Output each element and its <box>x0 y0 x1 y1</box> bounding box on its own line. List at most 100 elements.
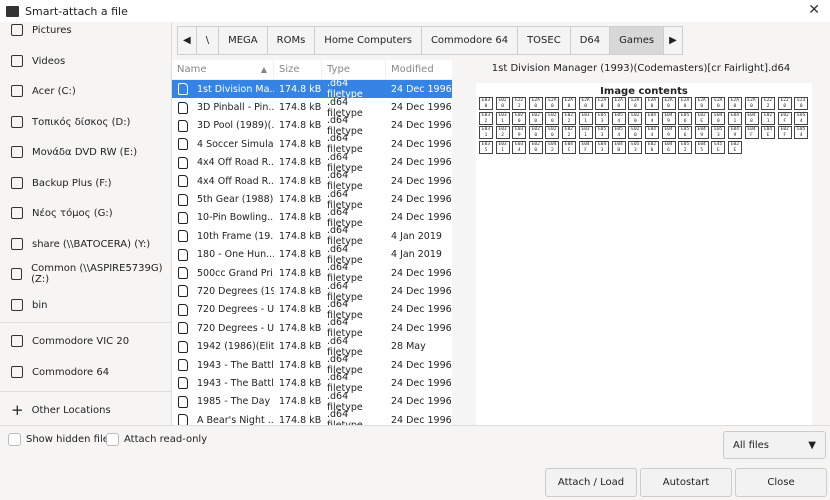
sidebar-bookmark[interactable]: Commodore 64 <box>0 361 171 383</box>
path-scroll-left-button[interactable]: ◀ <box>177 26 197 55</box>
missing-glyph-box: E030 <box>479 97 493 110</box>
sidebar-item[interactable]: Νέος τόμος (G:) <box>0 202 171 224</box>
file-icon <box>178 267 188 280</box>
sidebar-item[interactable]: Μονάδα DVD RW (E:) <box>0 141 171 163</box>
missing-glyph-box: E054 <box>611 111 626 125</box>
sidebar-item[interactable]: Backup Plus (F:) <box>0 172 171 194</box>
sidebar-item[interactable]: Τοπικός δίσκος (D:) <box>0 111 171 133</box>
column-type[interactable]: Type <box>322 60 386 79</box>
missing-glyph-box: E020 <box>528 126 543 139</box>
drive-icon <box>11 116 23 128</box>
show-hidden-files-checkbox[interactable]: Show hidden files <box>8 433 114 446</box>
missing-glyph-box: E040 <box>711 111 726 125</box>
file-row[interactable]: 1943 - The Battl...174.8 kB.d64 filetype… <box>172 372 452 394</box>
file-row[interactable]: 3D Pool (1989)(... 174.8 kB .d64 filetype 2… <box>172 115 452 137</box>
file-row[interactable]: 3D Pinball - Pin... 174.8 kB .d64 filetype… <box>172 97 452 119</box>
file-size: 174.8 kB <box>279 377 322 389</box>
file-size: 174.8 kB <box>279 194 322 206</box>
file-name: 10-Pin Bowling... <box>172 211 274 224</box>
file-type: .d64 filetype <box>327 409 363 425</box>
column-name[interactable]: Name ▲ <box>172 60 274 79</box>
folder-icon <box>11 299 23 311</box>
file-icon <box>178 248 188 261</box>
autostart-button[interactable]: Autostart <box>640 468 732 497</box>
file-row[interactable]: 4x4 Off Road R... 174.8 kB .d64 filetype 24… <box>172 152 452 174</box>
path-segment[interactable]: D64 <box>569 26 611 55</box>
folder-icon <box>11 366 23 378</box>
missing-glyph-box: E048 <box>744 111 759 125</box>
sidebar-other-locations[interactable]: + Other Locations <box>0 399 171 421</box>
file-name: 10th Frame (19... <box>172 230 274 243</box>
network-drive-icon <box>11 268 23 280</box>
attach-load-button[interactable]: Attach / Load <box>545 468 637 497</box>
file-row[interactable]: 500cc Grand Pri... 174.8 kB .d64 filetype 2… <box>172 262 452 284</box>
sidebar-item[interactable]: share (\\BATOCERA) (Y:) <box>0 233 171 255</box>
file-row[interactable]: 180 - One Hun... 174.8 kB .d64 filetype 4 J… <box>172 244 452 266</box>
path-segment[interactable]: ROMs <box>266 26 316 55</box>
sidebar-item[interactable]: bin <box>0 294 171 316</box>
path-segment[interactable]: Games <box>609 26 665 55</box>
path-segment[interactable]: Home Computers <box>314 26 422 55</box>
file-row[interactable]: 4x4 Off Road R... 174.8 kB .d64 filetype 24… <box>172 170 452 192</box>
checkbox-box[interactable] <box>106 433 119 446</box>
image-contents-glyphs: E030 E020 E222 E2A0 E2A0 E2A0 E2A0 E2A0 E2A0 E2A0… <box>476 97 812 155</box>
missing-glyph-box: E022 <box>561 111 576 125</box>
image-contents-panel: Image contents E030 E020 E222 E2A0 E2A0 E2A0 E… <box>476 83 812 425</box>
file-modified: 24 Dec 1996 <box>391 120 452 132</box>
file-modified: 24 Dec 1996 <box>391 267 452 279</box>
path-segment[interactable]: MEGA <box>218 26 268 55</box>
file-name: 720 Degrees - U... <box>172 322 274 335</box>
window-title: Smart-attach a file <box>25 4 128 18</box>
close-button[interactable]: Close <box>735 468 827 497</box>
file-row[interactable]: 1942 (1986)(Elit...174.8 kB.d64 filetype… <box>172 336 452 358</box>
path-scroll-right-button[interactable]: ▶ <box>663 26 683 55</box>
path-segment[interactable]: Commodore 64 <box>420 26 519 55</box>
file-filter-dropdown[interactable]: All files ▼ <box>723 431 826 459</box>
path-segment[interactable]: \ <box>195 26 220 55</box>
file-row[interactable]: A Bear's Night ... 174.8 kB .d64 filetype 2… <box>172 409 452 425</box>
missing-glyph-box: E222 <box>761 97 776 110</box>
file-row[interactable]: 5th Gear (1988)... 174.8 kB .d64 filetype 2… <box>172 189 452 211</box>
file-row[interactable]: 1985 - The Day ... 174.8 kB .d64 filetype 2… <box>172 391 452 413</box>
file-size: 174.8 kB <box>279 285 322 297</box>
file-name: 720 Degrees (19... <box>172 285 274 298</box>
file-name: 1st Division Ma... <box>172 83 274 96</box>
file-row[interactable]: 1st Division Ma... 174.8 kB .d64 filetype 2… <box>172 78 452 100</box>
missing-glyph-box: E2A0 <box>595 97 610 110</box>
file-row[interactable]: 720 Degrees (19...174.8 kB.d64 filetype2… <box>172 281 452 303</box>
sidebar-item[interactable]: Common (\\ASPIRE5739G) (Z:) <box>0 263 171 285</box>
file-name: 180 - One Hun... <box>172 248 274 261</box>
file-icon <box>178 175 188 188</box>
missing-glyph-box: E053 <box>628 140 643 154</box>
sidebar-item[interactable]: Pictures <box>0 19 171 41</box>
missing-glyph-box: E043 <box>595 140 610 154</box>
file-modified: 24 Dec 1996 <box>391 175 452 187</box>
file-icon <box>178 395 188 408</box>
file-size: 174.8 kB <box>279 83 322 95</box>
close-icon[interactable]: ✕ <box>808 2 820 18</box>
file-modified: 24 Dec 1996 <box>391 83 452 95</box>
file-row[interactable]: 720 Degrees - U...174.8 kB.d64 filetype2… <box>172 299 452 321</box>
attach-read-only-checkbox[interactable]: Attach read-only <box>106 433 207 446</box>
missing-glyph-box: E049 <box>661 126 676 139</box>
missing-glyph-box: E222 <box>512 97 527 110</box>
file-row[interactable]: 720 Degrees - U...174.8 kB.d64 filetype2… <box>172 317 452 339</box>
checkbox-box[interactable] <box>8 433 21 446</box>
missing-glyph-box: E049 <box>727 126 742 139</box>
file-size: 174.8 kB <box>279 267 322 279</box>
missing-glyph-box: E034 <box>512 140 527 154</box>
file-icon <box>178 156 188 169</box>
sidebar-item[interactable]: Videos <box>0 50 171 72</box>
file-row[interactable]: 10th Frame (19... 174.8 kB .d64 filetype 4 … <box>172 225 452 247</box>
file-row[interactable]: 1943 - The Battl...174.8 kB.d64 filetype… <box>172 354 452 376</box>
drive-icon <box>11 207 23 219</box>
sidebar-item[interactable]: Acer (C:) <box>0 80 171 102</box>
path-segment[interactable]: TOSEC <box>517 26 571 55</box>
missing-glyph-box: E2A0 <box>678 97 693 110</box>
sidebar-bookmark[interactable]: Commodore VIC 20 <box>0 330 171 352</box>
file-row[interactable]: 4 Soccer Simula...174.8 kB.d64 filetype2… <box>172 133 452 155</box>
column-modified[interactable]: Modified <box>386 60 452 79</box>
file-row[interactable]: 10-Pin Bowling... 174.8 kB .d64 filetype 24… <box>172 207 452 229</box>
column-size[interactable]: Size <box>274 60 322 79</box>
file-modified: 24 Dec 1996 <box>391 102 452 114</box>
